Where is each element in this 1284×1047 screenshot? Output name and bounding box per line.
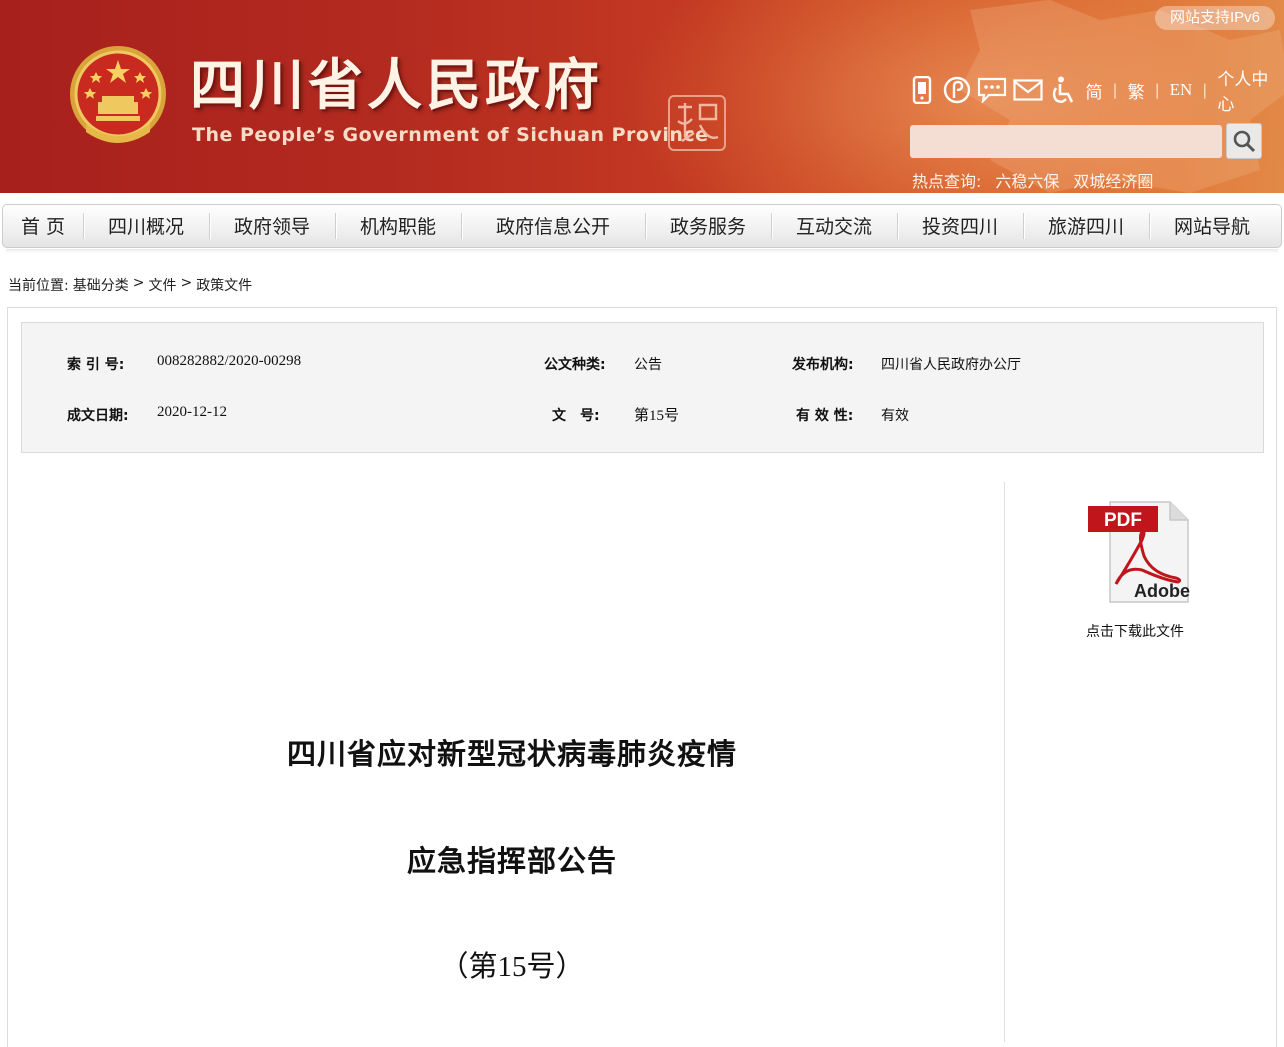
site-title: 四川省人民政府 [190,53,604,117]
lang-simplified-link[interactable]: 简 [1086,78,1103,103]
index-number-value: 008282882/2020-00298 [157,353,302,369]
issuer-label: 发布机构: [792,357,854,373]
breadcrumb: 当前位置: 基础分类 > 文件 > 政策文件 [8,275,252,295]
site-header: 四川省人民政府 The People’s Government of Sichu… [0,0,1284,193]
lang-separator: | [1112,81,1118,99]
personal-center-link[interactable]: 个人中心 [1217,65,1282,115]
breadcrumb-item[interactable]: 文件 [148,275,176,295]
hot-search-item[interactable]: 双城经济圈 [1073,168,1153,192]
document-number: （第15号） [439,951,585,983]
mobile-icon[interactable] [908,75,937,105]
search-icon [1233,130,1256,153]
nav-home[interactable]: 首 页 [3,204,83,248]
issuer-value: 四川省人民政府办公厅 [881,357,1021,373]
breadcrumb-separator: > [132,275,145,291]
nav-interaction[interactable]: 互动交流 [771,204,897,248]
lang-separator: | [1154,81,1160,99]
validity-label: 有 效 性: [796,408,854,424]
breadcrumb-item[interactable]: 政策文件 [196,275,252,295]
lang-english-link[interactable]: EN [1170,80,1193,100]
seal-logo-icon [668,95,726,151]
pdf-badge-text: PDF [1104,510,1142,531]
lang-traditional-link[interactable]: 繁 [1128,78,1145,103]
search-button[interactable] [1226,123,1262,159]
document-title-line1: 四川省应对新型冠状病毒肺炎疫情 [286,737,737,771]
hot-search-label: 热点查询: [912,172,982,191]
ipv6-badge: 网站支持IPv6 [1155,6,1275,30]
hot-search-item[interactable]: 六稳六保 [995,168,1059,192]
written-date-value: 2020-12-12 [157,404,227,420]
lang-separator: | [1202,81,1208,99]
nav-travel-sichuan[interactable]: 旅游四川 [1023,204,1149,248]
index-number-label: 索 引 号: [67,357,125,373]
pdf-icon[interactable]: PDF Adobe [1086,500,1190,604]
validity-value: 有效 [881,408,909,424]
accessibility-icon[interactable] [1049,75,1078,105]
breadcrumb-separator: > [180,275,193,291]
nav-invest-sichuan[interactable]: 投资四川 [897,204,1023,248]
pdf-brand-text: Adobe [1134,581,1190,601]
nav-gov-info-disclosure[interactable]: 政府信息公开 [461,204,645,248]
download-file-link[interactable]: 点击下载此文件 [1060,621,1210,641]
doc-number-value: 第15号 [634,408,680,424]
nav-sichuan-overview[interactable]: 四川概况 [83,204,209,248]
main-nav: 首 页 四川概况 政府领导 机构职能 政府信息公开 政务服务 互动交流 投资四川… [2,204,1282,248]
national-emblem-icon [70,46,166,143]
nav-agency-functions[interactable]: 机构职能 [335,204,461,248]
site-subtitle: The People’s Government of Sichuan Provi… [192,124,709,146]
weibo-icon[interactable] [943,75,972,105]
column-divider [1004,482,1005,1042]
doc-number-label: 文 号: [552,408,600,424]
doc-type-label: 公文种类: [544,357,606,373]
header-tools: 简 | 繁 | EN | 个人中心 [908,70,1284,114]
search-input[interactable] [910,125,1222,158]
written-date-label: 成文日期: [67,408,129,424]
nav-gov-leaders[interactable]: 政府领导 [209,204,335,248]
breadcrumb-item[interactable]: 基础分类 [73,275,129,295]
document-title-line2: 应急指挥部公告 [406,844,617,878]
doc-type-value: 公告 [634,357,662,373]
document-meta-table: 索 引 号: 008282882/2020-00298 公文种类: 公告 发布机… [21,322,1264,453]
hot-search: 热点查询: 六稳六保 双城经济圈 [912,168,1153,192]
wechat-icon[interactable] [977,75,1007,105]
mail-icon[interactable] [1013,75,1043,105]
nav-gov-services[interactable]: 政务服务 [645,204,771,248]
breadcrumb-label: 当前位置: [8,278,69,294]
nav-site-map[interactable]: 网站导航 [1149,204,1275,248]
